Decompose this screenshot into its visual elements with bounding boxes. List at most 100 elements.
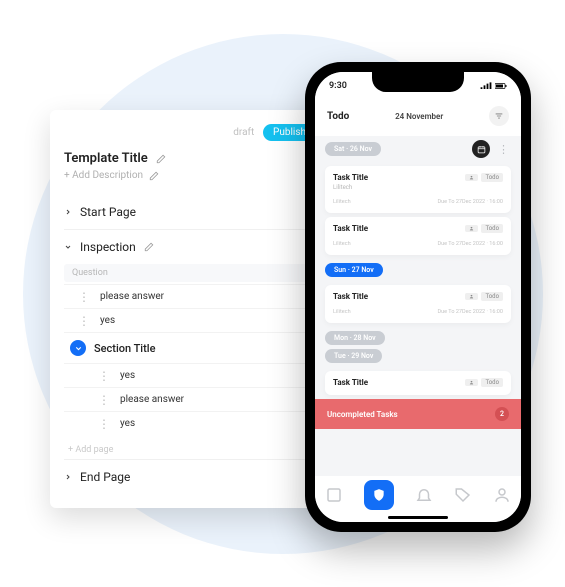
phone-mockup: 9:30 Todo 24 November Sat · 2	[305, 62, 531, 532]
task-card[interactable]: Task Title Todo Lilitech Due To 27Dec 20…	[325, 217, 511, 255]
row-label: please answer	[100, 291, 164, 302]
row-label: yes	[120, 370, 135, 381]
date-row: Sat · 26 Nov ⋮	[315, 136, 521, 162]
task-card[interactable]: Task Title Todo	[325, 371, 511, 395]
todo-header-date: 24 November	[395, 112, 443, 121]
kebab-menu-icon[interactable]: ⋮	[496, 147, 511, 152]
chevron-right-icon	[64, 473, 72, 481]
task-title: Task Title	[333, 292, 368, 301]
nav-profile-icon[interactable]	[493, 486, 511, 504]
task-badges: Todo	[465, 173, 503, 182]
tab-draft[interactable]: draft	[233, 127, 254, 138]
nav-shield-icon[interactable]	[364, 480, 394, 510]
date-row: Mon · 28 Nov Tue · 29 Nov	[315, 327, 521, 367]
row-label: yes	[100, 315, 115, 326]
question-row[interactable]: ⋮ please answer	[64, 387, 316, 411]
end-page-label: End Page	[80, 470, 130, 484]
status-badge: Todo	[481, 378, 503, 387]
task-due: Due To 27Dec 2022 · 16:00	[437, 199, 503, 205]
date-pill[interactable]: Tue · 29 Nov	[325, 349, 382, 363]
task-card[interactable]: Task Title Todo Lilitech Lilitech Due To…	[325, 166, 511, 213]
question-row[interactable]: ⋮ yes	[64, 308, 316, 332]
task-card-top: Task Title Todo	[333, 224, 503, 233]
drag-handle-icon[interactable]: ⋮	[98, 420, 110, 428]
user-icon	[465, 379, 478, 386]
task-date-line: Lilitech Due To 27Dec 2022 · 16:00	[333, 309, 503, 315]
question-header: Question	[64, 264, 316, 282]
status-badge: Todo	[481, 224, 503, 233]
date-pill[interactable]: Mon · 28 Nov	[325, 331, 385, 345]
chevron-right-icon	[64, 208, 72, 216]
section-title-row[interactable]: Section Title	[64, 332, 316, 363]
task-card-top: Task Title Todo	[333, 173, 503, 182]
status-time: 9:30	[329, 81, 347, 91]
task-badges: Todo	[465, 292, 503, 301]
todo-header: Todo 24 November	[315, 100, 521, 136]
uncompleted-banner[interactable]: Uncompleted Tasks 2	[315, 399, 521, 429]
nav-bell-icon[interactable]	[415, 486, 433, 504]
user-icon	[465, 225, 478, 232]
pencil-icon	[144, 242, 154, 252]
date-row: Sun · 27 Nov	[315, 259, 521, 281]
phone-notch	[372, 72, 464, 92]
add-page-button[interactable]: + Add page	[64, 435, 316, 459]
status-badge: Todo	[481, 292, 503, 301]
question-row[interactable]: ⋮ yes	[64, 411, 316, 435]
task-sub2: Lilitech	[333, 241, 351, 247]
task-card-top: Task Title Todo	[333, 378, 503, 387]
pencil-icon[interactable]	[156, 154, 166, 164]
user-icon	[465, 174, 478, 181]
template-title-row: Template Title	[64, 151, 316, 166]
nav-tag-icon[interactable]	[454, 486, 472, 504]
phone-screen: 9:30 Todo 24 November Sat · 2	[315, 72, 521, 522]
editor-tabs: draft Publish	[64, 124, 316, 141]
task-due: Due To 27Dec 2022 · 16:00	[437, 309, 503, 315]
task-card[interactable]: Task Title Todo Lilitech Due To 27Dec 20…	[325, 285, 511, 323]
task-sub2: Lilitech	[333, 199, 351, 205]
canvas: draft Publish Template Title + Add Descr…	[0, 0, 565, 587]
home-indicator	[388, 516, 448, 519]
task-badges: Todo	[465, 378, 503, 387]
task-title: Task Title	[333, 378, 368, 387]
battery-icon	[495, 82, 507, 90]
chevron-down-icon	[64, 243, 72, 251]
row-label: please answer	[120, 394, 184, 405]
row-label: yes	[120, 418, 135, 429]
date-pill[interactable]: Sat · 26 Nov	[325, 142, 381, 156]
drag-handle-icon[interactable]: ⋮	[98, 396, 110, 404]
start-page-label: Start Page	[80, 205, 136, 219]
task-title: Task Title	[333, 173, 368, 182]
drag-handle-icon[interactable]: ⋮	[98, 372, 110, 380]
section-inspection[interactable]: Inspection	[64, 229, 316, 264]
task-badges: Todo	[465, 224, 503, 233]
todo-header-title: Todo	[327, 111, 349, 122]
date-actions: ⋮	[472, 140, 511, 158]
drag-handle-icon[interactable]: ⋮	[78, 317, 90, 325]
nav-home-icon[interactable]	[325, 486, 343, 504]
template-title[interactable]: Template Title	[64, 151, 148, 166]
section-end-page[interactable]: End Page	[64, 459, 316, 494]
user-icon	[465, 293, 478, 300]
status-right	[480, 82, 507, 90]
question-row[interactable]: ⋮ yes	[64, 363, 316, 387]
filter-button[interactable]	[489, 106, 509, 126]
signal-icon	[480, 82, 492, 90]
section-start-page[interactable]: Start Page	[64, 195, 316, 229]
add-description-label: + Add Description	[64, 170, 143, 181]
task-card-top: Task Title Todo	[333, 292, 503, 301]
task-due: Due To 27Dec 2022 · 16:00	[437, 241, 503, 247]
inspection-label: Inspection	[80, 240, 136, 254]
banner-label: Uncompleted Tasks	[327, 410, 398, 419]
expand-section-icon[interactable]	[70, 340, 86, 356]
add-description-row[interactable]: + Add Description	[64, 170, 316, 181]
task-sub: Lilitech	[333, 184, 503, 191]
question-row[interactable]: ⋮ please answer	[64, 284, 316, 308]
calendar-button[interactable]	[472, 140, 490, 158]
drag-handle-icon[interactable]: ⋮	[78, 293, 90, 301]
task-date-line: Lilitech Due To 27Dec 2022 · 16:00	[333, 241, 503, 247]
banner-count: 2	[495, 407, 509, 421]
bottom-nav	[315, 476, 521, 522]
section-title-label: Section Title	[94, 342, 155, 355]
task-sub2: Lilitech	[333, 309, 351, 315]
date-pill-active[interactable]: Sun · 27 Nov	[325, 263, 383, 277]
